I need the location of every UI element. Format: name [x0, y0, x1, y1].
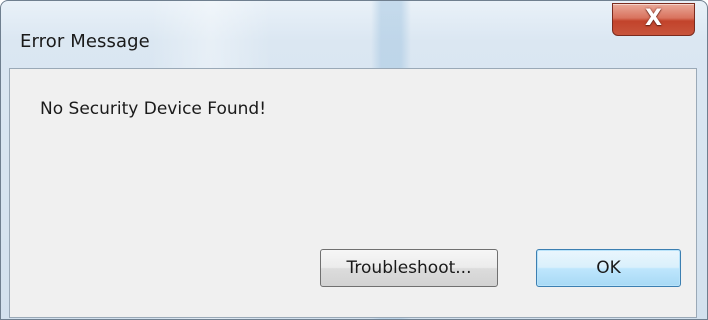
window-title: Error Message [20, 31, 150, 52]
title-bar[interactable]: Error Message X [1, 1, 707, 61]
ok-button[interactable]: OK [536, 249, 681, 287]
error-dialog-window: Error Message X No Security Device Found… [0, 0, 708, 320]
troubleshoot-button[interactable]: Troubleshoot... [320, 249, 498, 287]
close-icon: X [645, 6, 662, 31]
dialog-content: No Security Device Found! Troubleshoot..… [9, 68, 697, 318]
close-button[interactable]: X [612, 3, 695, 36]
error-message: No Security Device Found! [40, 99, 267, 119]
